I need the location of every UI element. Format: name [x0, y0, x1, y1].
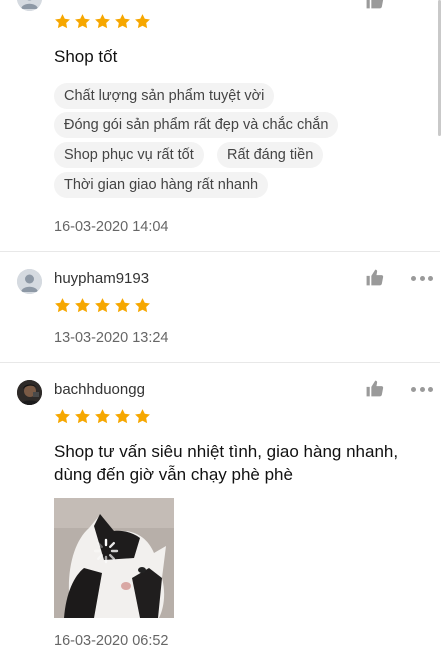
user-photo-avatar — [17, 380, 42, 405]
review-item: huypham9193 13-03-2020 13:24 — [0, 252, 440, 363]
review-date: 13-03-2020 13:24 — [54, 330, 169, 346]
star-icon — [135, 409, 150, 424]
username[interactable]: bachhduongg — [54, 381, 145, 398]
star-icon — [75, 409, 90, 424]
review-photo[interactable] — [54, 498, 174, 618]
default-avatar-icon — [17, 0, 42, 11]
thumbs-up-icon[interactable] — [365, 379, 384, 398]
thumbs-up-icon[interactable] — [365, 0, 384, 10]
star-icon — [55, 409, 70, 424]
review-tag: Đóng gói sản phẩm rất đẹp và chắc chắn — [54, 112, 339, 138]
default-avatar-icon — [17, 269, 42, 294]
star-icon — [95, 14, 110, 29]
star-icon — [115, 298, 130, 313]
review-text: Shop tư vấn siêu nhiệt tình, giao hàng n… — [54, 442, 399, 484]
star-icon — [75, 14, 90, 29]
star-icon — [115, 14, 130, 29]
review-item: bachhduongg Shop tư vấn siêu nhiệt tình,… — [0, 363, 440, 649]
avatar[interactable] — [17, 269, 42, 294]
review-date: 16-03-2020 14:04 — [54, 219, 169, 235]
more-options-icon[interactable] — [411, 387, 433, 393]
star-icon — [135, 14, 150, 29]
review-item: Shop tốt Chất lượng sản phẩm tuyệt vời Đ… — [0, 0, 440, 252]
star-icon — [135, 298, 150, 313]
review-text: Shop tốt — [54, 47, 118, 66]
star-rating — [54, 408, 151, 425]
star-rating — [54, 13, 151, 30]
star-icon — [95, 298, 110, 313]
avatar[interactable] — [17, 0, 42, 11]
star-icon — [115, 409, 130, 424]
thumbs-up-icon[interactable] — [365, 268, 384, 287]
loading-spinner-icon — [93, 538, 119, 564]
review-tag: Shop phục vụ rất tốt — [54, 142, 204, 168]
star-icon — [55, 14, 70, 29]
avatar[interactable] — [17, 380, 42, 405]
review-tag: Rất đáng tiền — [217, 142, 324, 168]
star-icon — [95, 409, 110, 424]
review-date: 16-03-2020 06:52 — [54, 633, 169, 649]
star-rating — [54, 297, 151, 314]
star-icon — [55, 298, 70, 313]
username[interactable]: huypham9193 — [54, 270, 149, 287]
review-tag: Thời gian giao hàng rất nhanh — [54, 172, 269, 198]
more-options-icon[interactable] — [411, 276, 433, 282]
review-tag: Chất lượng sản phẩm tuyệt vời — [54, 83, 275, 109]
star-icon — [75, 298, 90, 313]
